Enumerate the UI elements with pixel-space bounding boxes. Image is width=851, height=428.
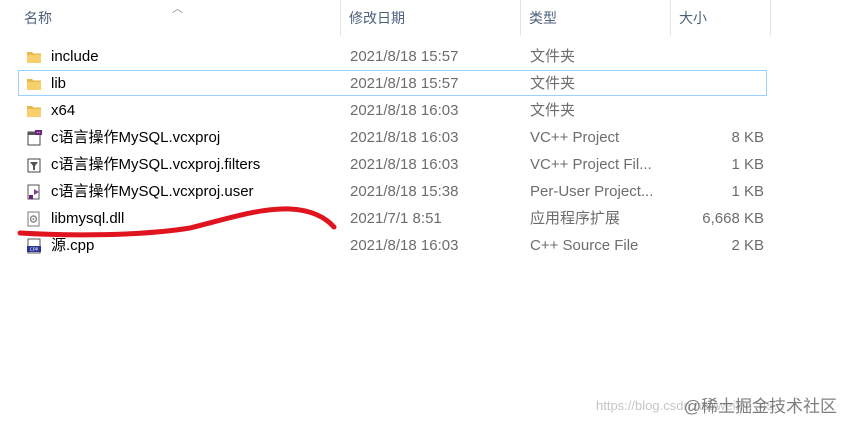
file-date: 2021/8/18 15:57 [350,48,459,65]
column-header-name-label: 名称 [24,10,52,26]
file-size [669,98,764,124]
file-size: 1 KB [731,156,764,173]
file-type: 应用程序扩展 [530,210,621,227]
dll-icon [26,211,42,227]
column-divider[interactable] [770,0,771,36]
file-row[interactable]: c语言操作MySQL.vcxproj.user 2021/8/18 15:38 Pe… [18,178,767,204]
folder-icon [26,76,42,92]
file-type: C++ Source File [530,237,639,254]
file-row[interactable]: lib 2021/8/18 15:57 文件夹 [18,70,767,96]
file-name: x64 [51,102,76,119]
file-date: 2021/8/18 15:57 [350,75,459,92]
column-header-type-label: 类型 [529,10,557,26]
file-date: 2021/8/18 16:03 [350,102,459,119]
file-size: 2 KB [731,237,764,254]
folder-icon [26,103,42,119]
column-header-size[interactable]: 大小 [671,0,771,36]
file-row[interactable]: libmysql.dll 2021/7/1 8:51 应用程序扩展 6,668 KB [18,205,767,231]
column-header-date[interactable]: 修改日期 [341,0,521,36]
cpp-icon: CPP [26,238,42,254]
file-name: c语言操作MySQL.vcxproj [51,129,221,146]
file-type: VC++ Project [530,129,620,146]
file-name: include [51,48,99,65]
file-date: 2021/8/18 16:03 [350,237,459,254]
file-name: 源.cpp [51,237,95,254]
file-size: 6,668 KB [702,210,764,227]
file-date: 2021/7/1 8:51 [350,210,442,227]
column-header-type[interactable]: 类型 [521,0,671,36]
file-name: lib [51,75,67,92]
file-name: c语言操作MySQL.vcxproj.filters [51,156,261,173]
file-type: 文件夹 [530,48,576,65]
sort-ascending-icon: ︿ [172,3,183,15]
file-type: 文件夹 [530,102,576,119]
file-name: c语言操作MySQL.vcxproj.user [51,183,254,200]
file-size [669,71,764,97]
user-file-icon [26,184,42,200]
svg-text:CPP: CPP [30,247,39,253]
folder-icon [26,49,42,65]
file-size [669,44,764,70]
watermark-brand: @稀土掘金技术社区 [683,397,837,416]
column-header-bar: 名称 ︿ 修改日期 类型 大小 [0,0,851,36]
file-name: libmysql.dll [51,210,125,227]
file-row[interactable]: x64 2021/8/18 16:03 文件夹 [18,97,767,123]
file-row[interactable]: ++ c语言操作MySQL.vcxproj 2021/8/18 16:03 VC++ … [18,124,767,150]
file-size: 1 KB [731,183,764,200]
file-date: 2021/8/18 16:03 [350,129,459,146]
file-row[interactable]: include 2021/8/18 15:57 文件夹 [18,43,767,69]
column-header-date-label: 修改日期 [349,10,405,26]
file-type: Per-User Project... [530,183,654,200]
file-date: 2021/8/18 16:03 [350,156,459,173]
file-type: 文件夹 [530,75,576,92]
file-size: 8 KB [731,129,764,146]
file-row[interactable]: c语言操作MySQL.vcxproj.filters 2021/8/18 16:0… [18,151,767,177]
vcxproj-icon: ++ [26,130,42,146]
file-row[interactable]: CPP 源.cpp 2021/8/18 16:03 C++ Source File 2 … [18,232,767,258]
file-type: VC++ Project Fil... [530,156,652,173]
column-header-size-label: 大小 [679,10,707,26]
svg-text:++: ++ [36,130,41,135]
file-date: 2021/8/18 15:38 [350,183,459,200]
filters-icon [26,157,42,173]
